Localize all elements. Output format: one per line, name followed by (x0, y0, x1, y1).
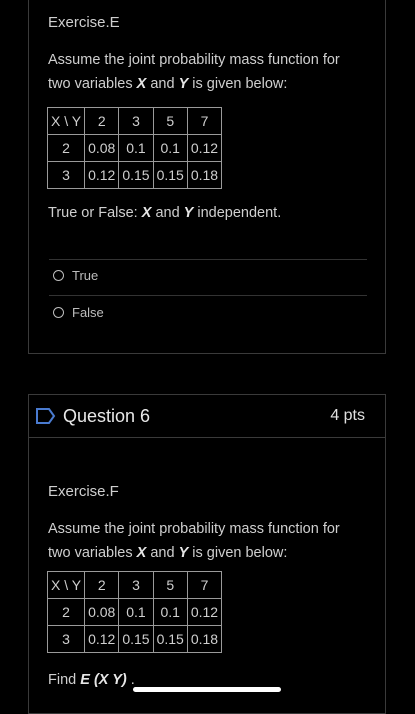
table-y-header: 5 (152, 107, 188, 135)
bookmark-flag-icon[interactable] (35, 407, 57, 425)
question-post: independent. (193, 205, 282, 221)
table-cell: 0.15 (118, 625, 154, 653)
table-cell: 0.12 (186, 134, 223, 162)
question-5-card: Exercise.E Assume the joint probability … (28, 0, 386, 354)
pmf-table: X \ Y 2 3 5 7 2 0.08 0.1 0.1 0.12 3 0.12… (46, 571, 223, 653)
table-x-header: 3 (46, 625, 86, 653)
table-cell: 0.18 (186, 625, 223, 653)
table-cell: 0.12 (84, 625, 120, 653)
prompt-line-1: Assume the joint probability mass functi… (48, 521, 340, 537)
table-corner-cell: X \ Y (46, 107, 86, 135)
table-cell: 0.15 (152, 161, 188, 189)
option-label: True (72, 268, 99, 283)
table-y-header: 3 (118, 107, 154, 135)
points-label: 4 pts (330, 407, 365, 424)
table-row: 2 0.08 0.1 0.1 0.12 (46, 134, 223, 162)
and-text: and (146, 545, 179, 561)
table-cell: 0.12 (186, 598, 223, 626)
option-divider (49, 295, 367, 296)
var-x: X (136, 76, 147, 92)
option-divider (49, 259, 367, 260)
table-cell: 0.1 (118, 134, 154, 162)
table-y-header: 2 (84, 107, 120, 135)
find-post: . (126, 672, 135, 688)
problem-statement: Assume the joint probability mass functi… (48, 517, 368, 565)
option-true[interactable]: True (53, 268, 98, 283)
question-text: True or False: X and Y independent. (48, 201, 368, 225)
table-y-header: 5 (152, 571, 188, 599)
prompt-line-2-pre: two variables (48, 545, 137, 561)
table-cell: 0.15 (152, 625, 188, 653)
var-x: X (136, 545, 147, 561)
expectation-expr: E (X Y) (80, 672, 127, 688)
table-cell: 0.12 (84, 161, 120, 189)
prompt-line-2-post: is given below: (188, 76, 288, 92)
table-header-row: X \ Y 2 3 5 7 (46, 107, 223, 135)
radio-button[interactable] (53, 307, 64, 318)
var-y: Y (183, 205, 194, 221)
pmf-table: X \ Y 2 3 5 7 2 0.08 0.1 0.1 0.12 3 0.12… (46, 107, 223, 189)
problem-statement: Assume the joint probability mass functi… (48, 48, 368, 96)
table-x-header: 3 (46, 161, 86, 189)
table-row: 3 0.12 0.15 0.15 0.18 (46, 161, 223, 189)
prompt-line-2-post: is given below: (188, 545, 288, 561)
table-y-header: 2 (84, 571, 120, 599)
exercise-title: Exercise.E (48, 14, 120, 31)
table-y-header: 7 (186, 107, 223, 135)
table-cell: 0.1 (152, 134, 188, 162)
table-cell: 0.1 (152, 598, 188, 626)
table-row: 3 0.12 0.15 0.15 0.18 (46, 625, 223, 653)
table-y-header: 7 (186, 571, 223, 599)
and-text: and (151, 205, 184, 221)
table-cell: 0.18 (186, 161, 223, 189)
table-cell: 0.08 (84, 598, 120, 626)
option-false[interactable]: False (53, 305, 104, 320)
table-cell: 0.15 (118, 161, 154, 189)
find-pre: Find (48, 672, 81, 688)
exercise-title: Exercise.F (48, 483, 119, 500)
question-6-card: Question 6 4 pts Exercise.F Assume the j… (28, 394, 386, 714)
question-pre: True or False: (48, 205, 142, 221)
and-text: and (146, 76, 179, 92)
table-x-header: 2 (46, 598, 86, 626)
table-corner-cell: X \ Y (46, 571, 86, 599)
var-y: Y (178, 76, 189, 92)
option-label: False (72, 305, 104, 320)
table-header-row: X \ Y 2 3 5 7 (46, 571, 223, 599)
table-cell: 0.1 (118, 598, 154, 626)
radio-button[interactable] (53, 270, 64, 281)
table-row: 2 0.08 0.1 0.1 0.12 (46, 598, 223, 626)
question-header: Question 6 4 pts (29, 395, 385, 438)
table-x-header: 2 (46, 134, 86, 162)
table-cell: 0.08 (84, 134, 120, 162)
prompt-line-1: Assume the joint probability mass functi… (48, 52, 340, 68)
home-indicator (133, 687, 281, 692)
prompt-line-2-pre: two variables (48, 76, 137, 92)
question-title-wrap: Question 6 (35, 406, 150, 427)
table-y-header: 3 (118, 571, 154, 599)
var-y: Y (178, 545, 189, 561)
var-x: X (141, 205, 152, 221)
question-title: Question 6 (63, 405, 151, 426)
